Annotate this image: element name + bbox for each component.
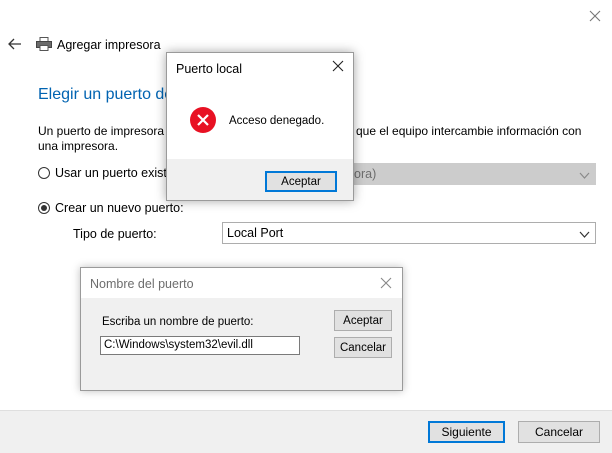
port-type-select[interactable]: Local Port	[222, 222, 596, 244]
next-button[interactable]: Siguiente	[428, 421, 505, 443]
radio-new-port[interactable]	[38, 202, 50, 214]
error-dialog: Puerto local Acceso denegado. Aceptar	[166, 52, 354, 201]
existing-port-combo-value: ora)	[354, 167, 377, 181]
printer-icon	[36, 37, 52, 51]
port-name-dialog: Nombre del puerto Escriba un nombre de p…	[80, 267, 403, 391]
wizard-cancel-button[interactable]: Cancelar	[518, 421, 600, 443]
wizard-close-icon[interactable]	[589, 10, 603, 24]
close-icon[interactable]	[380, 277, 394, 291]
error-dialog-title: Puerto local	[176, 62, 243, 76]
port-name-ok-button[interactable]: Aceptar	[334, 310, 392, 331]
description-line1-tail: que el equipo intercambie información co…	[356, 124, 582, 138]
port-name-input[interactable]: C:\Windows\system32\evil.dll	[100, 336, 300, 355]
close-icon[interactable]	[332, 60, 346, 74]
description-line2: una impresora.	[38, 139, 119, 153]
error-ok-button[interactable]: Aceptar	[265, 171, 337, 192]
page-heading: Elegir un puerto de	[38, 86, 174, 103]
chevron-down-icon	[579, 228, 590, 242]
port-name-dialog-title: Nombre del puerto	[90, 277, 194, 291]
radio-new-port-label[interactable]: Crear un nuevo puerto:	[55, 201, 184, 215]
error-icon	[189, 106, 217, 134]
port-name-prompt: Escriba un nombre de puerto:	[102, 316, 254, 328]
radio-existing-port[interactable]	[38, 167, 50, 179]
error-message: Acceso denegado.	[229, 115, 325, 127]
port-type-value: Local Port	[227, 226, 284, 240]
back-arrow-icon[interactable]	[8, 38, 22, 50]
radio-existing-port-label[interactable]: Usar un puerto existe	[55, 166, 174, 180]
existing-port-combo: ora)	[353, 163, 596, 185]
description-line1: Un puerto de impresora	[38, 124, 165, 138]
wizard-title: Agregar impresora	[57, 38, 161, 52]
port-name-cancel-button[interactable]: Cancelar	[334, 337, 392, 358]
chevron-down-icon	[579, 169, 590, 183]
port-type-label: Tipo de puerto:	[73, 227, 157, 241]
